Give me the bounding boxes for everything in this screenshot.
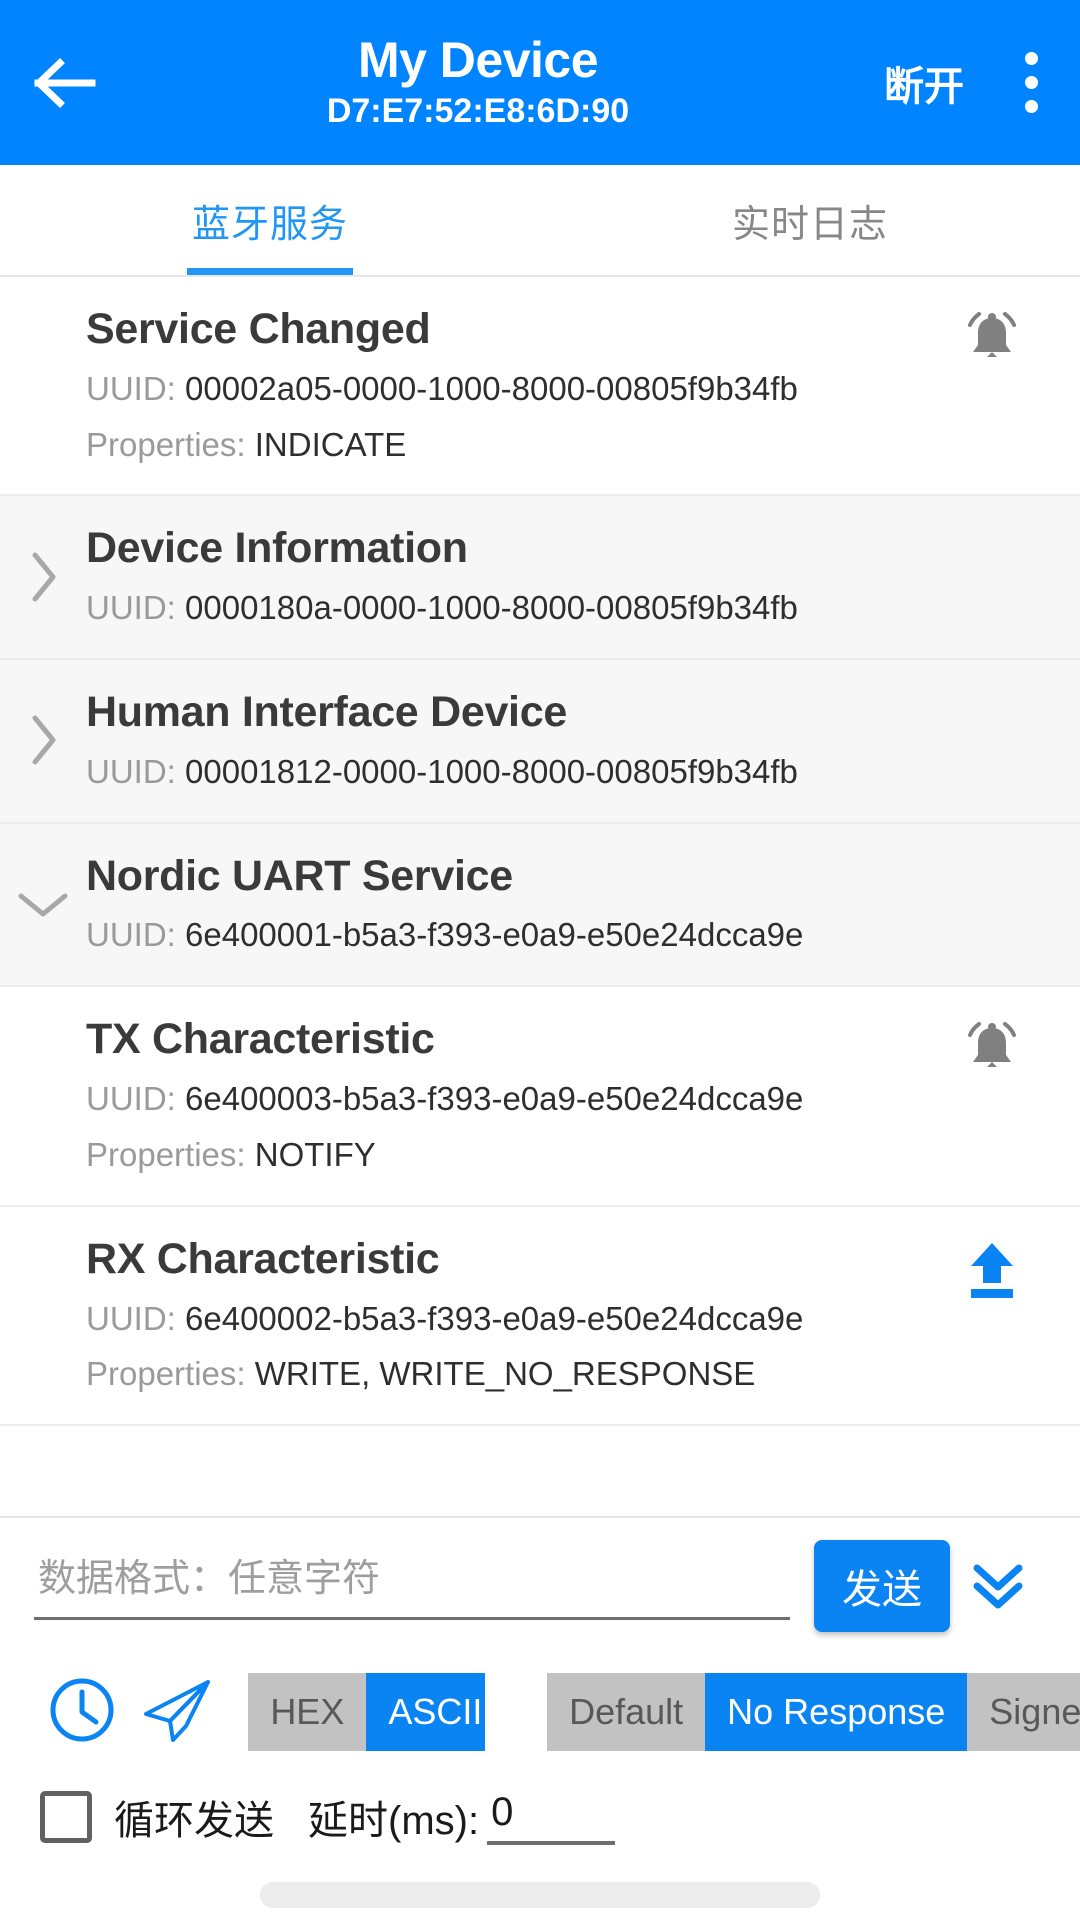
list-item[interactable]: RX Characteristic UUID: 6e400002-b5a3-f3… — [0, 1207, 1080, 1427]
write-option-default[interactable]: Default — [547, 1673, 706, 1751]
uuid-label: UUID: — [86, 589, 176, 627]
uuid-label: UUID: — [86, 916, 176, 954]
chevron-right-icon — [26, 712, 60, 773]
data-input[interactable] — [34, 1540, 790, 1620]
uuid-value: 0000180a-0000-1000-8000-00805f9b34fb — [185, 589, 798, 627]
paper-plane-icon — [138, 1674, 218, 1751]
row-icon-slot — [944, 522, 1040, 528]
service-name: Device Information — [86, 524, 468, 573]
bottom-gesture-area — [0, 1846, 1080, 1920]
uuid-value: 6e400001-b5a3-f393-e0a9-e50e24dcca9e — [185, 916, 804, 954]
write-button[interactable] — [944, 1233, 1040, 1306]
service-uuid-line: UUID: 0000180a-0000-1000-8000-00805f9b34… — [86, 585, 944, 632]
uuid-label: UUID: — [86, 1299, 176, 1337]
uuid-value: 6e400002-b5a3-f393-e0a9-e50e24dcca9e — [185, 1299, 804, 1337]
tab-bluetooth-services[interactable]: 蓝牙服务 — [0, 165, 540, 275]
options-toolbar: HEX ASCII Default No Response Signed — [0, 1632, 1080, 1758]
uuid-value: 6e400003-b5a3-f393-e0a9-e50e24dcca9e — [185, 1080, 804, 1118]
service-details: Device Information UUID: 0000180a-0000-1… — [86, 522, 944, 632]
service-uuid-line: UUID: 6e400001-b5a3-f393-e0a9-e50e24dcca… — [86, 912, 944, 959]
uuid-value: 00002a05-0000-1000-8000-00805f9b34fb — [185, 369, 798, 407]
loop-send-row: 循环发送 延时(ms): — [0, 1758, 1080, 1846]
overflow-menu-button[interactable] — [982, 0, 1080, 165]
service-details: Human Interface Device UUID: 00001812-00… — [86, 686, 944, 796]
tab-bar: 蓝牙服务 实时日志 — [0, 165, 1080, 277]
clock-icon — [46, 1674, 118, 1751]
service-list[interactable]: Service Changed UUID: 00002a05-0000-1000… — [0, 277, 1080, 1516]
characteristic-properties-line: Properties: NOTIFY — [86, 1132, 944, 1179]
service-properties-line: Properties: INDICATE — [86, 422, 944, 469]
upload-arrow-icon — [963, 1239, 1021, 1306]
send-button[interactable]: 发送 — [814, 1540, 950, 1632]
characteristic-uuid-line: UUID: 6e400002-b5a3-f393-e0a9-e50e24dcca… — [86, 1296, 944, 1343]
service-name: Nordic UART Service — [86, 851, 513, 900]
service-uuid-line: UUID: 00002a05-0000-1000-8000-00805f9b34… — [86, 366, 944, 413]
data-input-wrapper — [34, 1540, 814, 1620]
chevron-double-down-icon — [967, 1553, 1029, 1620]
properties-value: WRITE, WRITE_NO_RESPONSE — [254, 1355, 756, 1393]
row-icon-slot — [944, 686, 1040, 692]
properties-label: Properties: — [86, 425, 246, 463]
send-bar: 发送 — [0, 1516, 1080, 1632]
bell-ring-icon — [961, 309, 1023, 374]
device-address: D7:E7:52:E8:6D:90 — [326, 92, 630, 131]
list-item[interactable]: Nordic UART Service UUID: 6e400001-b5a3-… — [0, 823, 1080, 988]
list-item[interactable]: TX Characteristic UUID: 6e400003-b5a3-f3… — [0, 987, 1080, 1207]
write-option-signed[interactable]: Signed — [967, 1673, 1080, 1751]
uuid-label: UUID: — [86, 752, 176, 790]
uuid-label: UUID: — [86, 369, 176, 407]
service-name: Human Interface Device — [86, 688, 567, 737]
delay-label: 延时(ms): — [308, 1799, 480, 1843]
list-item[interactable]: Service Changed UUID: 00002a05-0000-1000… — [0, 277, 1080, 497]
tab-realtime-log[interactable]: 实时日志 — [540, 165, 1080, 275]
page-title: My Device — [357, 32, 599, 89]
list-item[interactable]: Device Information UUID: 0000180a-0000-1… — [0, 496, 1080, 661]
app-bar: My Device D7:E7:52:E8:6D:90 断开 — [0, 0, 1080, 165]
format-option-hex[interactable]: HEX — [248, 1673, 367, 1751]
characteristic-details: RX Characteristic UUID: 6e400002-b5a3-f3… — [86, 1233, 944, 1398]
write-type-segmented-control: Default No Response Signed — [547, 1673, 1080, 1751]
bluetooth-device-screen: My Device D7:E7:52:E8:6D:90 断开 蓝牙服务 实时日志… — [0, 0, 1080, 1920]
collapse-toggle[interactable] — [0, 883, 86, 926]
characteristic-properties-line: Properties: WRITE, WRITE_NO_RESPONSE — [86, 1351, 944, 1398]
chevron-down-icon — [15, 887, 71, 926]
arrow-left-icon — [34, 57, 96, 108]
expand-toggle[interactable] — [0, 545, 86, 610]
characteristic-name: RX Characteristic — [86, 1234, 440, 1283]
properties-label: Properties: — [86, 1135, 246, 1173]
service-name: Service Changed — [86, 305, 431, 353]
characteristic-name: TX Characteristic — [86, 1015, 435, 1064]
history-button[interactable] — [34, 1666, 130, 1758]
more-vertical-icon — [1024, 52, 1038, 113]
app-bar-titles: My Device D7:E7:52:E8:6D:90 — [90, 33, 866, 132]
service-uuid-line: UUID: 00001812-0000-1000-8000-00805f9b34… — [86, 749, 944, 796]
write-option-no-response[interactable]: No Response — [705, 1673, 968, 1751]
chevron-right-icon — [26, 549, 60, 610]
row-icon-slot — [944, 850, 1040, 856]
loop-send-label: 循环发送 — [114, 1799, 274, 1843]
list-item[interactable]: Human Interface Device UUID: 00001812-00… — [0, 660, 1080, 824]
delay-input[interactable] — [487, 1789, 616, 1845]
format-option-ascii[interactable]: ASCII — [366, 1673, 486, 1751]
loop-send-checkbox[interactable] — [40, 1791, 92, 1843]
properties-label: Properties: — [86, 1355, 246, 1393]
characteristic-uuid-line: UUID: 6e400003-b5a3-f393-e0a9-e50e24dcca… — [86, 1076, 944, 1123]
uuid-label: UUID: — [86, 1080, 176, 1118]
bell-ring-icon — [961, 1019, 1023, 1084]
disconnect-button[interactable]: 断开 — [866, 54, 982, 112]
quick-send-button[interactable] — [130, 1666, 226, 1758]
expand-panel-button[interactable] — [950, 1540, 1046, 1632]
notify-toggle-button[interactable] — [944, 1013, 1040, 1084]
notify-toggle-button[interactable] — [944, 303, 1040, 374]
properties-value: INDICATE — [254, 425, 407, 463]
service-details: Nordic UART Service UUID: 6e400001-b5a3-… — [86, 850, 944, 960]
service-details: Service Changed UUID: 00002a05-0000-1000… — [86, 303, 944, 468]
properties-value: NOTIFY — [254, 1135, 376, 1173]
characteristic-details: TX Characteristic UUID: 6e400003-b5a3-f3… — [86, 1013, 944, 1178]
home-indicator — [260, 1882, 820, 1908]
uuid-value: 00001812-0000-1000-8000-00805f9b34fb — [185, 752, 798, 790]
data-format-segmented-control: HEX ASCII — [248, 1673, 486, 1751]
expand-toggle[interactable] — [0, 708, 86, 773]
